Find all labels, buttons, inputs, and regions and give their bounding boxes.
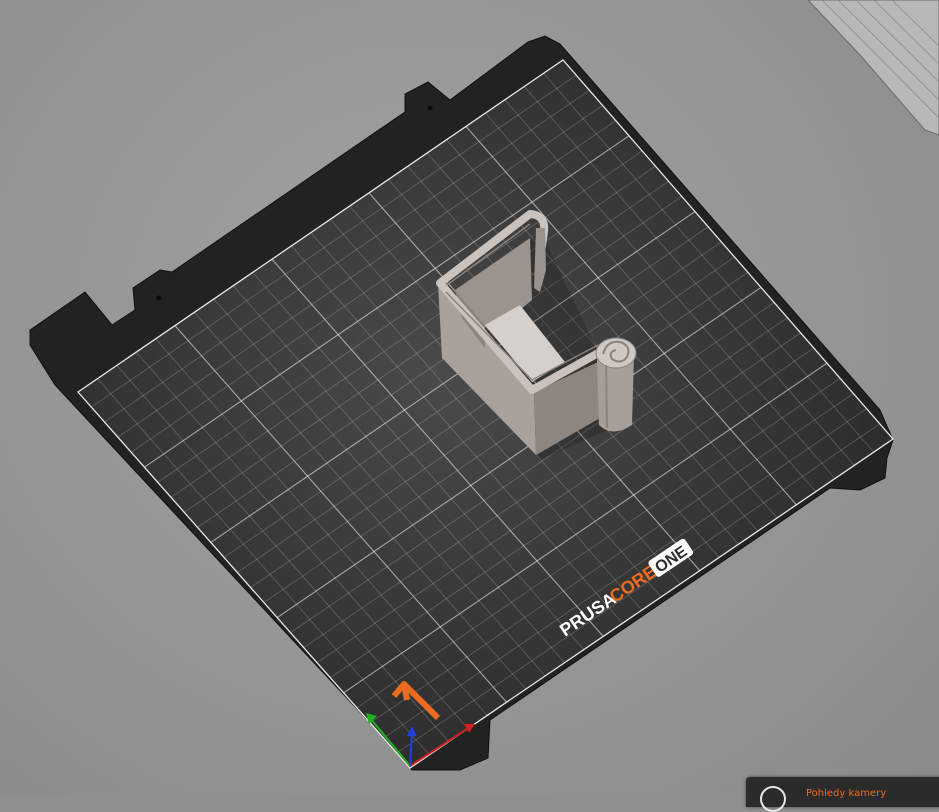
3d-viewport[interactable]: PRUSA CORE ONE Pohledy kamery bbox=[0, 0, 939, 812]
neighbour-object bbox=[807, 0, 939, 136]
print-bed bbox=[78, 60, 893, 768]
camera-view-icon bbox=[760, 786, 786, 812]
bed-origin-marker-stem bbox=[401, 683, 410, 701]
camera-views-button[interactable]: Pohledy kamery bbox=[746, 777, 939, 812]
scene-canvas[interactable]: PRUSA CORE ONE bbox=[0, 0, 939, 795]
bed-hole bbox=[156, 295, 162, 301]
model-roll-crease bbox=[605, 364, 608, 429]
camera-views-label: Pohledy kamery bbox=[806, 788, 887, 799]
bed-hole bbox=[427, 105, 433, 111]
